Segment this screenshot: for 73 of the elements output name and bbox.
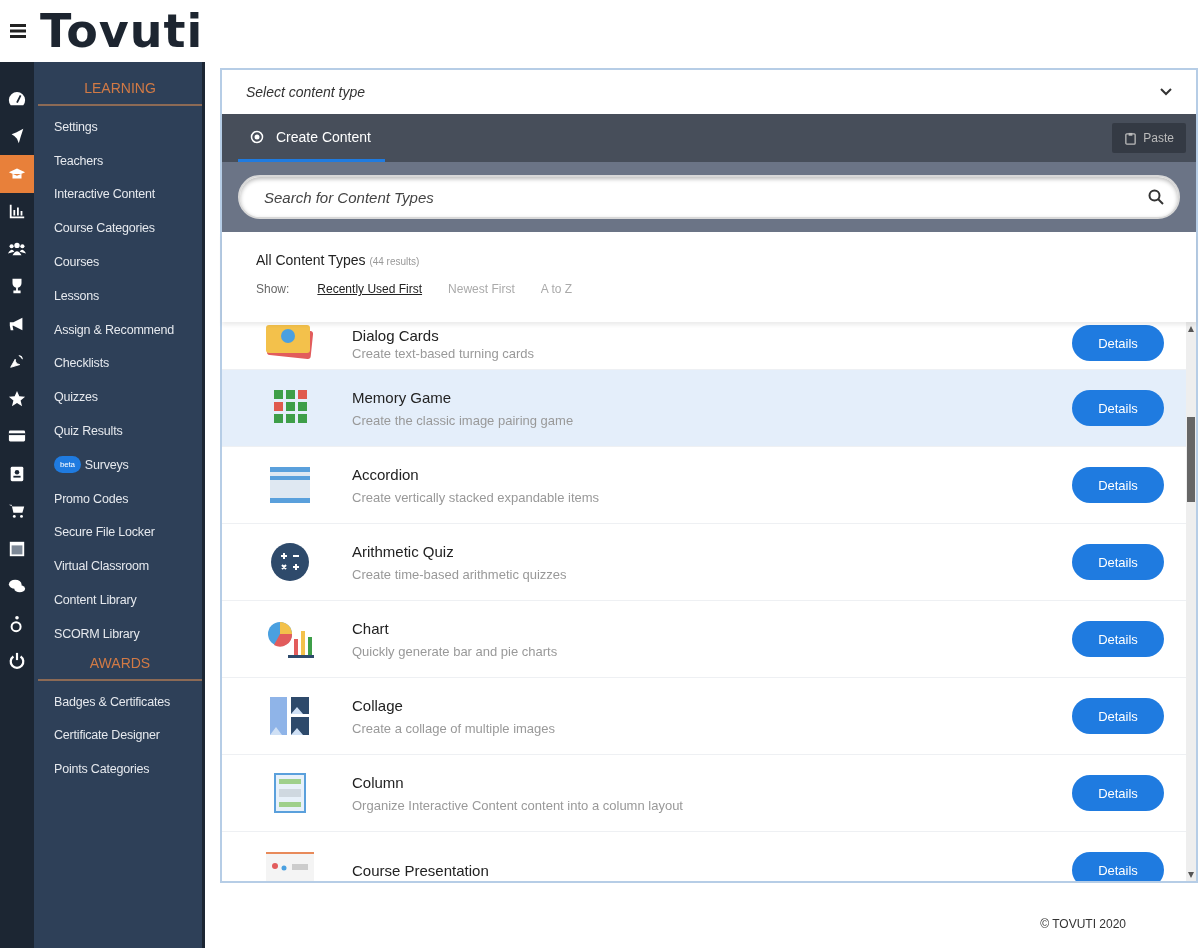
section-heading: AWARDS [38, 650, 202, 681]
details-button[interactable]: Details [1072, 852, 1164, 881]
sort-option[interactable]: Recently Used First [317, 282, 423, 296]
content-type-description: Create a collage of multiple images [352, 720, 557, 736]
sidebar-link[interactable]: Content Library [34, 583, 202, 617]
sidebar-link[interactable]: Quiz Results [34, 414, 202, 448]
content-type-row[interactable]: Accordion Create vertically stacked expandable items Details [222, 447, 1186, 524]
search-icon [1148, 189, 1164, 205]
content-type-description: Create the classic image pairing game [352, 412, 575, 428]
sidebar-link[interactable]: Course Categories [34, 211, 202, 246]
content-type-title: Column [352, 773, 405, 791]
gauge-icon [8, 89, 26, 108]
content-type-row[interactable]: Column Organize Interactive Content content into a column layout Details [222, 755, 1186, 832]
content-type-description: Create time-based arithmetic quizzes [352, 566, 568, 582]
copyright-text: © TOVUTI 2020 [1039, 916, 1127, 931]
details-button[interactable]: Details [1072, 467, 1164, 503]
details-button[interactable]: Details [1072, 775, 1164, 811]
list-title: All Content Types [256, 252, 366, 268]
content-type-row[interactable]: Memory Game Create the classic image pairing game Details [222, 370, 1186, 447]
details-button[interactable]: Details [1072, 621, 1164, 657]
content-type-title: Memory Game [352, 388, 453, 406]
sidebar-link[interactable]: Checklists [34, 346, 202, 381]
sidebar-link[interactable]: Lessons [34, 279, 202, 313]
scrollbar[interactable] [1186, 322, 1196, 881]
sidebar-link[interactable]: Quizzes [34, 380, 202, 415]
content-type-description: Quickly generate bar and pie charts [352, 643, 559, 659]
content-type-description: Create vertically stacked expandable items [352, 489, 601, 505]
content-type-title: Dialog Cards [352, 327, 440, 344]
bar-chart-icon [8, 202, 26, 221]
content-type-description: Organize Interactive Content content into a column layout [352, 797, 684, 813]
details-button[interactable]: Details [1072, 325, 1164, 361]
sidebar-link[interactable]: Virtual Classroom [34, 549, 202, 584]
sidebar-link[interactable]: Promo Codes [34, 481, 202, 516]
clipboard-icon [1124, 131, 1138, 145]
details-button[interactable]: Details [1072, 390, 1164, 426]
search-field[interactable]: Search for Content Types [238, 175, 1180, 219]
sidebar-link[interactable]: Settings [34, 110, 202, 144]
star-icon [8, 389, 26, 408]
paste-button[interactable]: Paste [1112, 123, 1186, 153]
content-type-row[interactable]: Arithmetic Quiz Create time-based arithmetic quizzes Details [222, 524, 1186, 601]
content-type-title: Collage [352, 696, 404, 714]
sidebar-link[interactable]: Certificate Designer [34, 718, 202, 753]
logo: Tovuti [40, 4, 204, 58]
cart-icon [8, 502, 26, 521]
content-type-row[interactable]: Course Presentation Details [222, 832, 1186, 881]
sidebar-link[interactable]: Points Categories [34, 752, 202, 787]
menu-icon[interactable] [10, 24, 26, 38]
details-button[interactable]: Details [1072, 544, 1164, 580]
dropdown-placeholder: Select content type [246, 84, 366, 100]
sidebar-link[interactable]: Courses [34, 245, 202, 279]
content-type-title: Arithmetic Quiz [352, 542, 455, 560]
id-badge-icon [8, 464, 26, 483]
chevron-down-icon [1160, 88, 1172, 96]
content-type-title: Chart [352, 619, 390, 637]
result-count: (44 results) [369, 256, 420, 267]
sidebar-link[interactable]: Interactive Content [34, 177, 202, 212]
content-type-row[interactable]: Collage Create a collage of multiple images Details [222, 678, 1186, 755]
sidebar-link[interactable]: beta Surveys [34, 447, 202, 482]
show-label: Show: [256, 282, 290, 296]
content-type-title: Course Presentation [352, 861, 490, 879]
sidebar-link[interactable]: Badges & Certificates [34, 684, 202, 719]
content-type-description: Create text-based turning cards [352, 346, 536, 361]
power-icon [8, 652, 26, 671]
content-type-title: Accordion [352, 465, 420, 483]
sidebar-link[interactable]: Secure File Locker [34, 515, 202, 550]
content-type-row[interactable]: Chart Quickly generate bar and pie charts Details [222, 601, 1186, 678]
details-button[interactable]: Details [1072, 698, 1164, 734]
sidebar-link[interactable]: Assign & Recommend [34, 312, 202, 347]
sidebar-link[interactable]: SCORM Library [34, 616, 202, 651]
section-heading: LEARNING [38, 76, 202, 106]
beta-badge: beta [54, 456, 81, 474]
radio-dot-icon [250, 129, 264, 144]
sidebar-link[interactable]: Teachers [34, 143, 202, 178]
